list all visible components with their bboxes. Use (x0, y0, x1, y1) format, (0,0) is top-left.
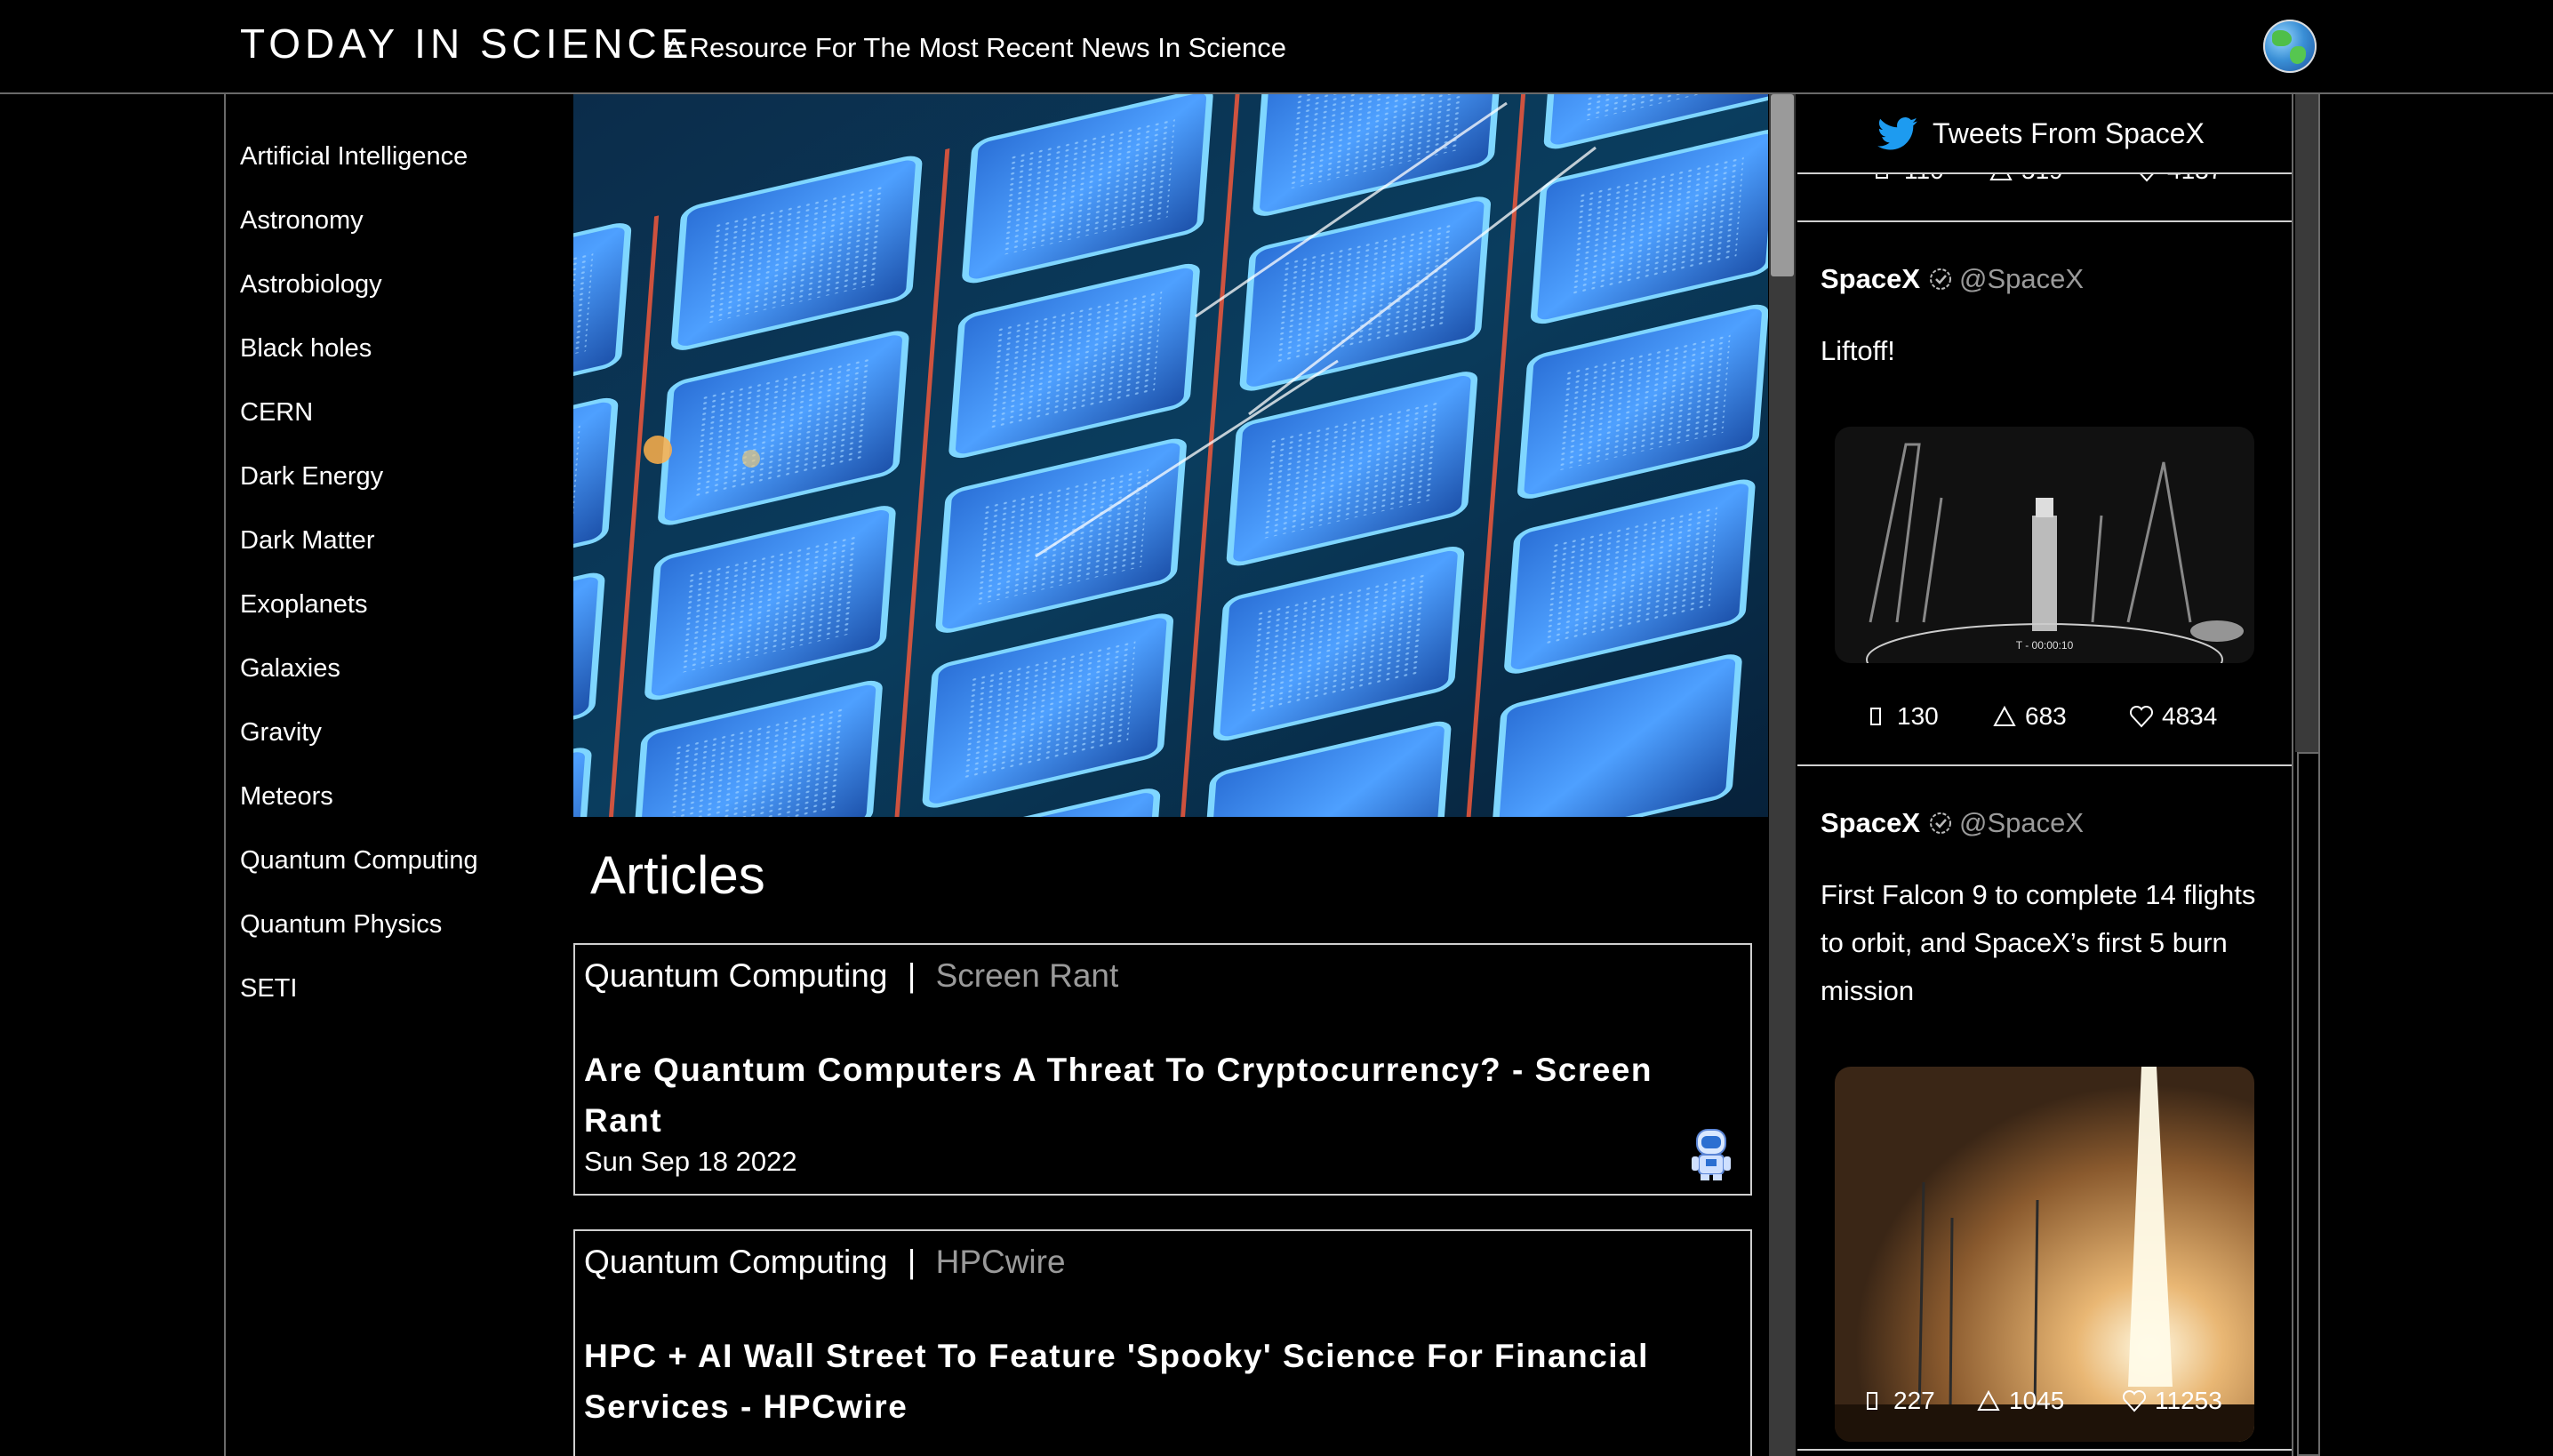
retweet-count[interactable]: 683 (1991, 702, 2067, 731)
like-count-value: 4137 (2167, 172, 2222, 185)
like-count-value: 11253 (2155, 1387, 2222, 1414)
astronaut-icon (1692, 1129, 1731, 1180)
launch-photo (1835, 1067, 2254, 1442)
retweet-icon (1977, 1389, 2000, 1411)
article-source: Screen Rant (935, 957, 1119, 994)
sidebar-item-meteors[interactable]: Meteors (240, 782, 333, 812)
twitter-scrollbar-thumb[interactable] (2297, 752, 2320, 1456)
reply-count[interactable]: 110 (1870, 172, 1944, 185)
sidebar-item-galaxies[interactable]: Galaxies (240, 654, 340, 684)
sidebar-item-dark-matter[interactable]: Dark Matter (240, 526, 374, 556)
twitter-header: Tweets From SpaceX (1797, 94, 2292, 174)
twitter-scrollbar-track[interactable] (2295, 94, 2318, 752)
like-count[interactable]: 4137 (2133, 172, 2222, 185)
reply-count[interactable]: 227 (1860, 1387, 1935, 1415)
retweet-count-value: 519 (2021, 172, 2063, 185)
retweet-count[interactable]: 1045 (1975, 1387, 2064, 1415)
article-card[interactable]: Quantum Computing | Screen Rant Are Quan… (573, 943, 1752, 1196)
retweet-count-value: 1045 (2009, 1387, 2065, 1414)
tweet-author-handle: @SpaceX (1959, 807, 2085, 838)
main-scrollbar-thumb[interactable] (1771, 94, 1794, 276)
tweet-text: First Falcon 9 to complete 14 flights to… (1821, 879, 2256, 1006)
tweet-divider (1797, 220, 2292, 222)
reply-count[interactable]: 130 (1863, 702, 1939, 731)
like-count[interactable]: 4834 (2128, 702, 2217, 731)
tweet-author[interactable]: SpaceX @SpaceX (1821, 807, 2084, 839)
twitter-bird-icon[interactable] (1877, 117, 1918, 151)
site-title[interactable]: TODAY IN SCIENCE (240, 20, 692, 68)
article-source: HPCwire (935, 1244, 1066, 1280)
sidebar-item-black-holes[interactable]: Black holes (240, 334, 372, 364)
verified-badge-icon (1930, 268, 1952, 290)
sidebar-item-cern[interactable]: CERN (240, 398, 313, 428)
globe-land (2272, 30, 2292, 46)
reply-count-value: 130 (1897, 702, 1939, 730)
main-scrollbar[interactable] (1769, 94, 1796, 1456)
tweet-media-launchpad[interactable]: T - 00:00:10 (1835, 427, 2254, 663)
site-header: TODAY IN SCIENCE A Resource For The Most… (0, 0, 2553, 94)
globe-land (2290, 46, 2306, 64)
sidebar-item-artificial-intelligence[interactable]: Artificial Intelligence (240, 142, 468, 172)
tweet-media-launch[interactable] (1835, 1067, 2254, 1442)
tweet-divider (1797, 764, 2292, 766)
twitter-header-title[interactable]: Tweets From SpaceX (1933, 117, 2205, 150)
twitter-timeline: 110 519 4137 Tweets From SpaceX SpaceX @S… (1797, 94, 2292, 1456)
heart-icon (2122, 1389, 2147, 1412)
reply-icon (1867, 1392, 1877, 1410)
topic-sidebar: Artificial Intelligence Astronomy Astrob… (224, 94, 571, 1456)
retweet-count[interactable]: 519 (1988, 172, 2063, 185)
sidebar-item-dark-energy[interactable]: Dark Energy (240, 462, 383, 492)
tweet-divider (1797, 1449, 2292, 1451)
article-category[interactable]: Quantum Computing (584, 957, 887, 994)
tweet-author-name: SpaceX (1821, 263, 1921, 294)
page: TODAY IN SCIENCE A Resource For The Most… (0, 0, 2553, 1456)
sidebar-item-exoplanets[interactable]: Exoplanets (240, 590, 368, 620)
tweet-author-handle: @SpaceX (1959, 263, 2085, 294)
reply-count-value: 227 (1893, 1387, 1935, 1414)
heart-icon (2129, 705, 2154, 728)
site-tagline: A Resource For The Most Recent News In S… (665, 32, 1286, 63)
sidebar-item-quantum-computing[interactable]: Quantum Computing (240, 846, 478, 876)
meta-separator: | (907, 957, 916, 994)
article-card[interactable]: Quantum Computing | HPCwire HPC + AI Wal… (573, 1229, 1752, 1456)
retweet-count-value: 683 (2025, 702, 2067, 730)
like-count[interactable]: 11253 (2121, 1387, 2222, 1415)
sidebar-item-gravity[interactable]: Gravity (240, 718, 322, 748)
reply-count-value: 110 (1904, 172, 1944, 185)
media-countdown: T - 00:00:10 (2016, 639, 2074, 652)
article-date: Sun Sep 18 2022 (584, 1146, 797, 1177)
globe-icon[interactable] (2263, 20, 2317, 73)
tweet-author-name: SpaceX (1821, 807, 1921, 838)
verified-badge-icon (1930, 812, 1952, 834)
article-headline[interactable]: Are Quantum Computers A Threat To Crypto… (584, 1044, 1740, 1146)
article-meta: Quantum Computing | Screen Rant (584, 957, 1118, 995)
reply-icon (1870, 708, 1881, 725)
sidebar-item-quantum-physics[interactable]: Quantum Physics (240, 910, 442, 940)
articles-heading: Articles (590, 845, 765, 905)
sidebar-item-astrobiology[interactable]: Astrobiology (240, 270, 382, 300)
quantum-chip-illustration (573, 94, 1768, 817)
sidebar-item-seti[interactable]: SETI (240, 974, 297, 1004)
article-meta: Quantum Computing | HPCwire (584, 1244, 1066, 1281)
meta-separator: | (907, 1244, 916, 1280)
tweet-author[interactable]: SpaceX @SpaceX (1821, 263, 2084, 295)
like-count-value: 4834 (2162, 702, 2218, 730)
twitter-scrollbar[interactable] (2292, 94, 2320, 1456)
tweet-text: Liftoff! (1821, 335, 1895, 366)
sidebar-item-astronomy[interactable]: Astronomy (240, 206, 364, 236)
tweet-stats-partial: 110 519 4137 (1797, 172, 2292, 190)
retweet-icon (1993, 705, 2016, 726)
article-category[interactable]: Quantum Computing (584, 1244, 887, 1280)
hero-image (573, 94, 1768, 817)
launchpad-photo: T - 00:00:10 (1835, 427, 2254, 663)
article-headline[interactable]: HPC + AI Wall Street To Feature 'Spooky'… (584, 1331, 1740, 1432)
